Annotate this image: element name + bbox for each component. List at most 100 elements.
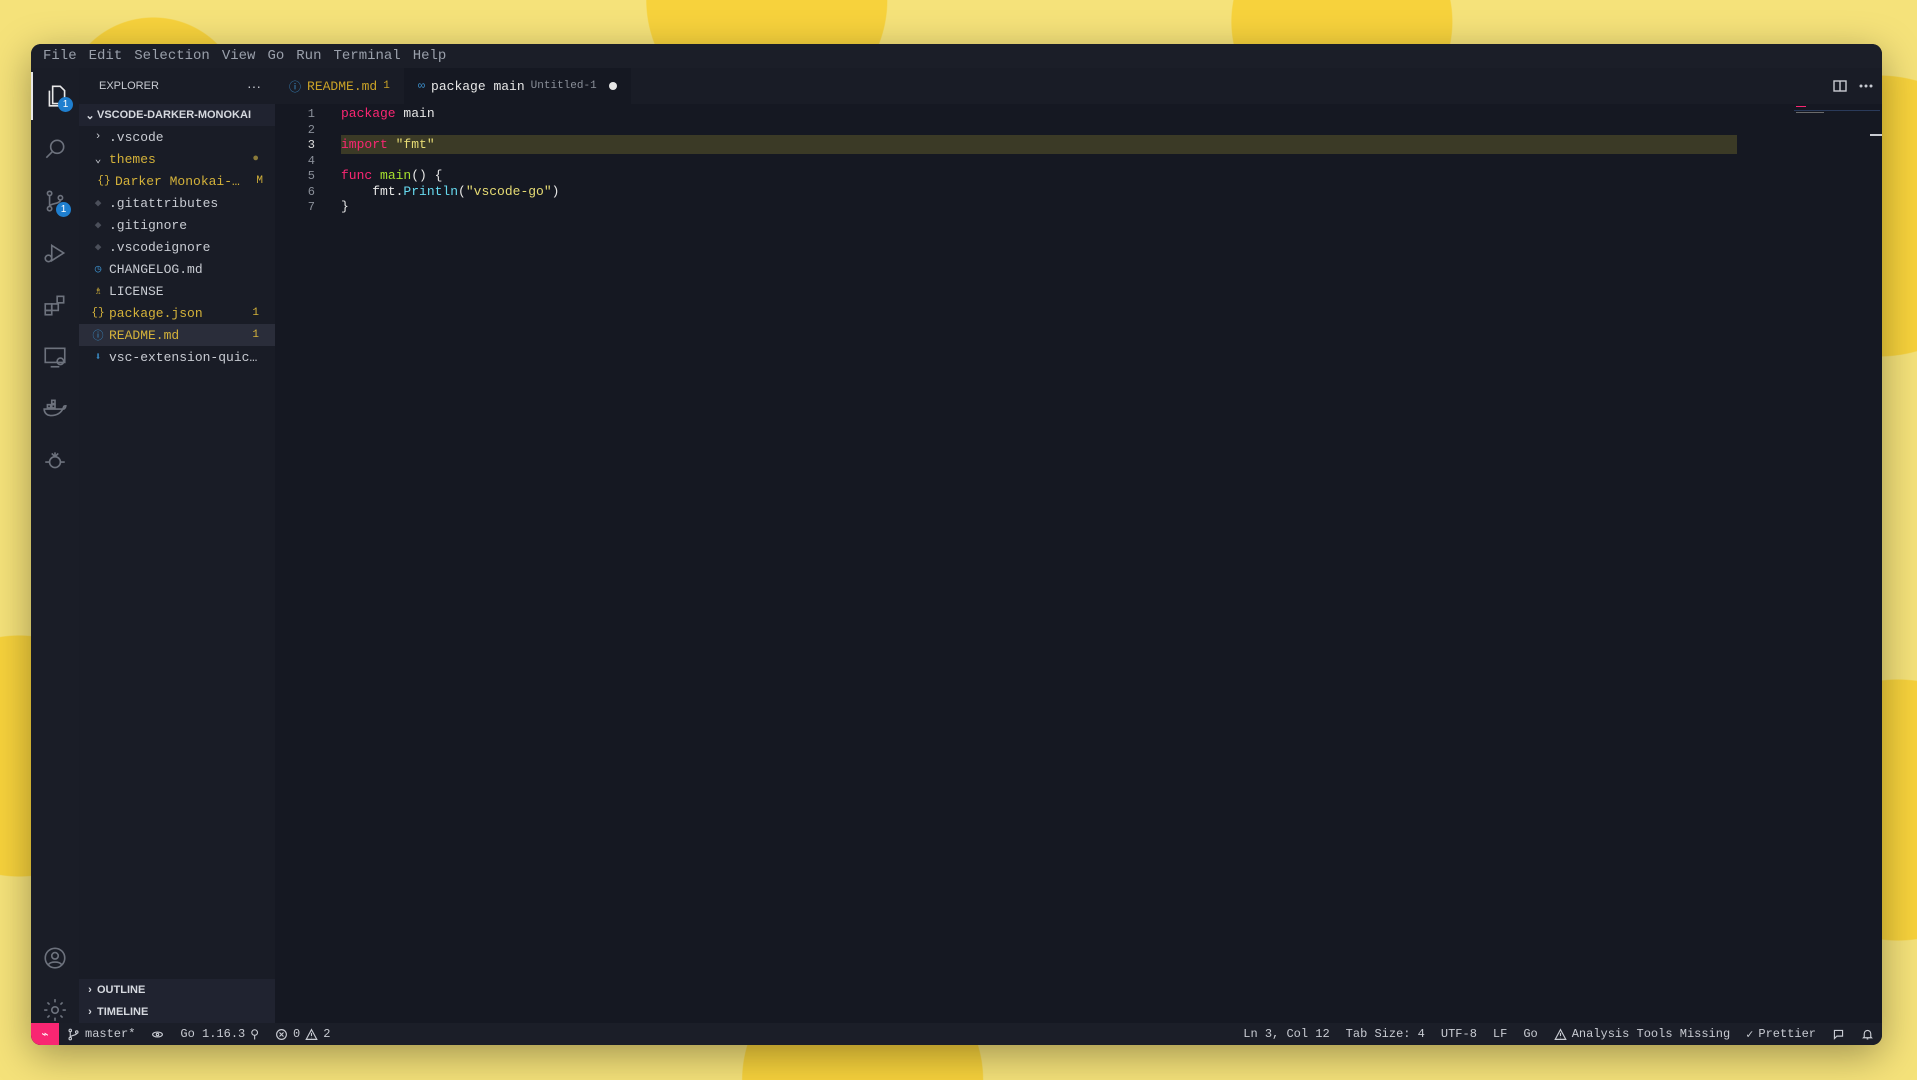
feedback-status[interactable] (1824, 1028, 1853, 1041)
remote-explorer-icon[interactable] (31, 333, 79, 381)
workspace-root[interactable]: ⌄ VSCODE-DARKER-MONOKAI (79, 104, 275, 126)
cursor-position[interactable]: Ln 3, Col 12 (1235, 1027, 1337, 1041)
file-license[interactable]: ♗ LICENSE (79, 280, 275, 302)
error-count: 0 (293, 1027, 301, 1041)
go-version-status[interactable]: Go 1.16.3 ⚲ (172, 1027, 267, 1042)
clock-icon: ◷ (94, 264, 102, 276)
json-icon: {} (91, 307, 105, 319)
file-package-json[interactable]: {} package.json 1 (79, 302, 275, 324)
folder-vscode[interactable]: › .vscode (79, 126, 275, 148)
json-icon: {} (97, 175, 111, 187)
timeline-section[interactable]: › TIMELINE (79, 1001, 275, 1023)
encoding[interactable]: UTF-8 (1433, 1027, 1485, 1041)
minimap[interactable] (1790, 104, 1882, 1023)
folder-themes[interactable]: ⌄ themes ● (79, 148, 275, 170)
problem-count-badge: 1 (252, 329, 259, 341)
analysis-tools-status[interactable]: Analysis Tools Missing (1546, 1027, 1738, 1041)
problems-status[interactable]: 0 2 (267, 1027, 338, 1041)
menu-go[interactable]: Go (261, 48, 290, 64)
code-token: main (395, 106, 435, 121)
tree-item-label: .gitignore (109, 217, 188, 233)
menu-run[interactable]: Run (290, 48, 327, 64)
chevron-right-icon: › (94, 131, 102, 143)
menu-edit[interactable]: Edit (83, 48, 129, 64)
explorer-header: EXPLORER ··· (79, 68, 275, 104)
git-icon: ◆ (94, 198, 102, 210)
docker-icon[interactable] (31, 385, 79, 433)
error-icon (276, 1028, 287, 1040)
branch-label: master* (85, 1027, 136, 1041)
tree-item-label: LICENSE (109, 283, 164, 299)
file-readme[interactable]: ⓘ README.md 1 (79, 324, 275, 346)
menu-selection[interactable]: Selection (128, 48, 216, 64)
sync-status[interactable] (143, 1028, 172, 1041)
tab-label: README.md (307, 78, 378, 94)
prettier-status[interactable]: ✓ Prettier (1738, 1027, 1824, 1042)
tree-item-label: Darker Monokai-… (115, 173, 240, 189)
menu-help[interactable]: Help (407, 48, 453, 64)
explorer-icon[interactable]: 1 (31, 72, 81, 120)
tree-item-label: themes (109, 151, 156, 167)
bell-icon (1862, 1029, 1873, 1040)
more-actions-icon[interactable] (1858, 78, 1874, 94)
git-icon: ◆ (94, 220, 102, 232)
menu-file[interactable]: File (37, 48, 83, 64)
git-icon: ◆ (94, 242, 102, 254)
search-icon[interactable] (31, 125, 79, 173)
download-icon: ⬇ (94, 352, 102, 364)
run-debug-icon[interactable] (31, 229, 79, 277)
notifications-status[interactable] (1853, 1028, 1882, 1041)
tree-item-label: vsc-extension-quick… (109, 349, 259, 365)
file-gitattributes[interactable]: ◆ .gitattributes (79, 192, 275, 214)
code-token: import (341, 137, 388, 152)
file-changelog[interactable]: ◷ CHANGELOG.md (79, 258, 275, 280)
modified-dot: ● (252, 153, 259, 165)
file-darker-monokai[interactable]: {} Darker Monokai-… M (79, 170, 275, 192)
explorer-badge: 1 (58, 97, 73, 112)
code-token: () { (411, 168, 443, 183)
file-vscodeignore[interactable]: ◆ .vscodeignore (79, 236, 275, 258)
tree-item-label: .vscode (109, 129, 164, 145)
unsaved-dot-icon[interactable] (608, 82, 617, 90)
outline-section[interactable]: › OUTLINE (79, 979, 275, 1001)
prettier-label: Prettier (1758, 1027, 1816, 1041)
line-number: 3 (307, 137, 315, 152)
modified-badge: M (256, 175, 263, 187)
timeline-label: TIMELINE (97, 1006, 149, 1018)
remote-indicator-icon[interactable]: ⌁ (31, 1023, 59, 1045)
tree-item-label: package.json (109, 305, 203, 321)
tab-bar: ⓘ README.md 1 ∞ package main Untitled-1 (275, 68, 1882, 104)
account-icon[interactable] (31, 934, 79, 982)
source-control-icon[interactable]: 1 (31, 177, 79, 225)
code-editor[interactable]: 1 package main 2 3 import "fmt" 4 5 func… (275, 104, 1882, 1023)
tree-item-label: .gitattributes (109, 195, 219, 211)
code-token: func (341, 168, 373, 183)
minimap-line (1796, 106, 1806, 107)
menu-view[interactable]: View (216, 48, 262, 64)
feedback-icon (1833, 1029, 1844, 1040)
file-tree: › .vscode ⌄ themes ● {} Darker Monokai-…… (79, 126, 275, 368)
sync-icon (152, 1031, 164, 1037)
tab-size[interactable]: Tab Size: 4 (1338, 1027, 1433, 1041)
file-gitignore[interactable]: ◆ .gitignore (79, 214, 275, 236)
extensions-icon[interactable] (31, 281, 79, 329)
end-of-line[interactable]: LF (1485, 1027, 1515, 1041)
workspace-root-label: VSCODE-DARKER-MONOKAI (97, 109, 251, 121)
branch-status[interactable]: master* (59, 1027, 143, 1041)
tab-untitled-1[interactable]: ∞ package main Untitled-1 (403, 68, 631, 104)
sidebar-bottom-sections: › OUTLINE › TIMELINE (79, 979, 275, 1023)
tree-item-label: .vscodeignore (109, 239, 211, 255)
split-editor-icon[interactable] (1832, 78, 1848, 94)
debug-tool-icon[interactable] (31, 437, 79, 485)
warning-count: 2 (323, 1027, 331, 1041)
more-actions-icon[interactable]: ··· (247, 78, 261, 94)
git-branch-icon (68, 1028, 79, 1040)
menu-terminal[interactable]: Terminal (327, 48, 406, 64)
minimap-line (1796, 112, 1824, 113)
file-vsc-extension-quickstart[interactable]: ⬇ vsc-extension-quick… (79, 346, 275, 368)
editor-area: ⓘ README.md 1 ∞ package main Untitled-1 … (275, 68, 1882, 1023)
line-number: 1 (307, 106, 315, 121)
language-mode[interactable]: Go (1515, 1027, 1545, 1041)
tab-readme[interactable]: ⓘ README.md 1 (275, 68, 404, 104)
menu-bar: File Edit Selection View Go Run Terminal… (31, 44, 1882, 68)
